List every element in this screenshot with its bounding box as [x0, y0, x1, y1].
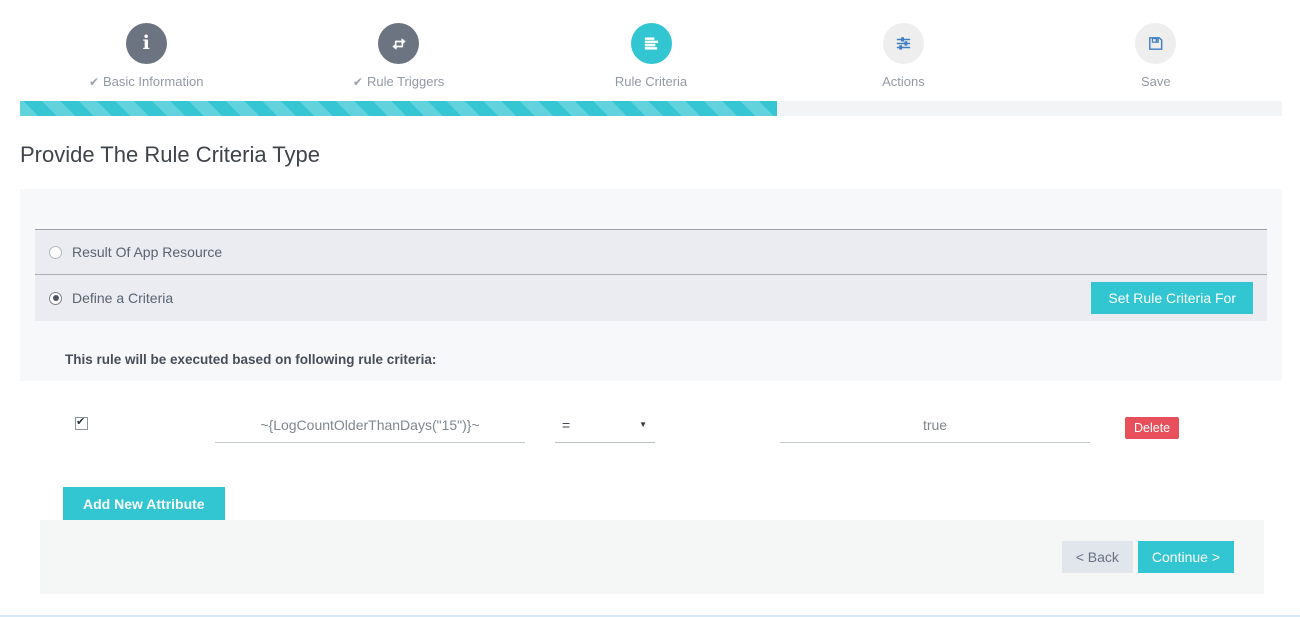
save-icon [1146, 34, 1165, 53]
step-label: ✔Rule Triggers [272, 74, 524, 89]
check-icon: ✔ [89, 75, 99, 89]
step-circle [1135, 23, 1176, 64]
radio-result-of-app-resource[interactable] [49, 246, 62, 259]
criteria-type-options: Result Of App Resource Define a Criteria… [35, 229, 1267, 321]
set-rule-criteria-button[interactable]: Set Rule Criteria For [1091, 282, 1253, 314]
step-basic-information[interactable]: i ✔Basic Information [20, 23, 272, 89]
back-button[interactable]: < Back [1062, 541, 1133, 573]
step-circle: i [126, 23, 167, 64]
step-circle [378, 23, 419, 64]
criteria-row: = ▼ Delete [20, 417, 1282, 443]
operator-value: = [562, 417, 570, 433]
sliders-icon [894, 34, 913, 53]
criteria-note: This rule will be executed based on foll… [65, 352, 1267, 367]
info-icon: i [143, 34, 150, 53]
criteria-attribute-input[interactable] [215, 417, 525, 443]
wizard-progress-fill [20, 101, 777, 116]
check-icon: ✔ [353, 75, 363, 89]
criteria-operator-select[interactable]: = ▼ [555, 417, 655, 443]
list-lines-icon [642, 34, 661, 53]
step-save[interactable]: Save [1030, 23, 1282, 89]
criteria-value-input[interactable] [780, 417, 1090, 443]
add-new-attribute-button[interactable]: Add New Attribute [63, 487, 225, 520]
step-rule-criteria[interactable]: Rule Criteria [525, 23, 777, 89]
step-circle [631, 23, 672, 64]
page-title: Provide The Rule Criteria Type [20, 142, 1280, 168]
criteria-enabled-checkbox[interactable] [75, 417, 88, 430]
criteria-rows-section: = ▼ Delete Add New Attribute [20, 381, 1282, 520]
step-label: Save [1030, 74, 1282, 89]
option-label: Define a Criteria [72, 290, 173, 306]
delete-criteria-button[interactable]: Delete [1125, 417, 1179, 439]
criteria-type-section: Result Of App Resource Define a Criteria… [20, 189, 1282, 381]
repeat-icon [389, 34, 409, 54]
option-label: Result Of App Resource [72, 244, 222, 260]
option-result-of-app-resource[interactable]: Result Of App Resource [35, 230, 1267, 274]
step-actions[interactable]: Actions [777, 23, 1029, 89]
rule-criteria-panel: Result Of App Resource Define a Criteria… [20, 189, 1282, 594]
step-rule-triggers[interactable]: ✔Rule Triggers [272, 23, 524, 89]
wizard-progress-track [20, 101, 1282, 116]
form-footer: < Back Continue > [40, 520, 1264, 594]
step-circle [883, 23, 924, 64]
step-label: ✔Basic Information [20, 74, 272, 89]
wizard-steps: i ✔Basic Information ✔Rule Triggers [20, 0, 1282, 89]
radio-define-a-criteria[interactable] [49, 292, 62, 305]
option-define-a-criteria[interactable]: Define a Criteria Set Rule Criteria For [35, 274, 1267, 321]
continue-button[interactable]: Continue > [1138, 541, 1234, 573]
step-label: Actions [777, 74, 1029, 89]
chevron-down-icon: ▼ [639, 420, 647, 429]
step-label: Rule Criteria [525, 74, 777, 89]
